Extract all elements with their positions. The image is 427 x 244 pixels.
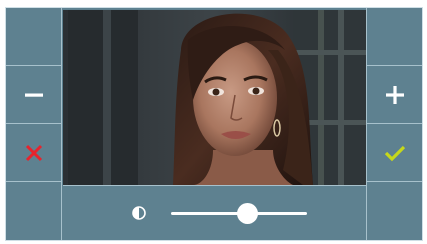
decrease-button[interactable]: [6, 66, 62, 124]
camera-image: [63, 10, 366, 185]
left-blank-button-top[interactable]: [6, 8, 62, 66]
right-blank-button-top[interactable]: [366, 8, 422, 66]
right-button-column: [366, 8, 422, 240]
camera-video-feed: [63, 10, 366, 185]
right-blank-button-bottom[interactable]: [366, 182, 422, 240]
close-icon: [25, 144, 42, 161]
confirm-button[interactable]: [366, 124, 422, 182]
check-icon: [384, 145, 405, 161]
cancel-button[interactable]: [6, 124, 62, 182]
contrast-icon: [132, 206, 146, 220]
minus-icon: [24, 93, 43, 97]
left-blank-button-bottom[interactable]: [6, 182, 62, 240]
contrast-slider[interactable]: [171, 203, 307, 224]
plus-icon: [385, 85, 404, 104]
contrast-slider-thumb[interactable]: [237, 203, 259, 224]
increase-button[interactable]: [366, 66, 422, 124]
left-button-column: [6, 8, 62, 240]
intercom-screen: [5, 7, 423, 241]
contrast-control-bar: [63, 185, 366, 240]
